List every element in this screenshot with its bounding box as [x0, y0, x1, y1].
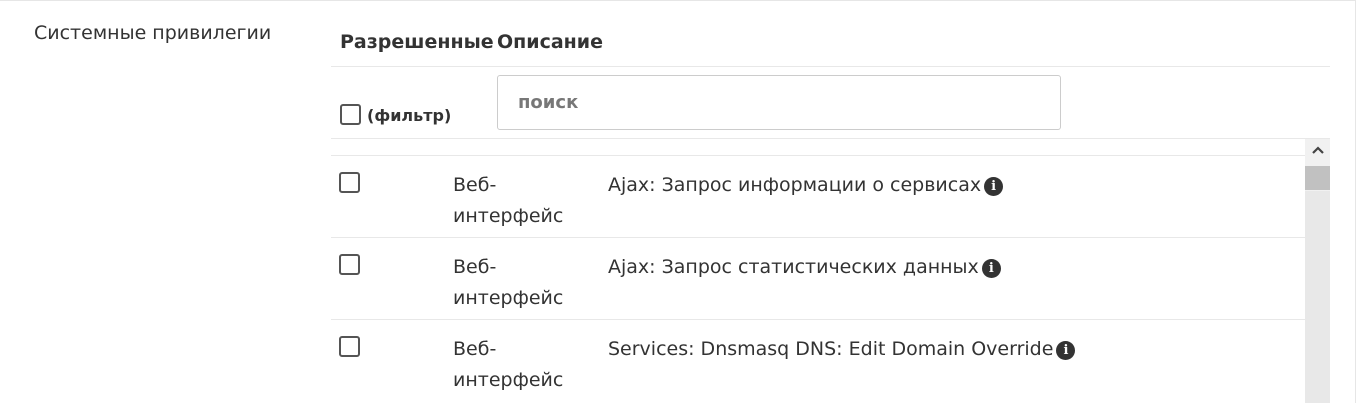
scroll-up-button[interactable] — [1305, 139, 1330, 164]
row-description: Ajax: Запрос информации о сервисах i — [608, 170, 1004, 201]
row-description: Ajax: Запрос статистических данных i — [608, 252, 1001, 283]
list-scrollbar[interactable] — [1305, 139, 1330, 403]
info-circle-icon[interactable]: i — [984, 177, 1004, 196]
table-row: Веб-интерфейс Services: Dnsmasq DNS: Edi… — [331, 319, 1305, 401]
row-checkbox[interactable] — [339, 254, 360, 275]
row-description-text: Services: Dnsmasq DNS: Edit Domain Overr… — [608, 338, 1054, 360]
info-circle-icon[interactable]: i — [1056, 341, 1076, 360]
table-row: Веб-интерфейс Ajax: Запрос информации о … — [331, 155, 1305, 237]
filter-divider — [331, 138, 1330, 139]
row-type: Веб-интерфейс — [453, 174, 564, 227]
table-row: Веб-интерфейс Ajax: Запрос статистически… — [331, 237, 1305, 319]
row-description-text: Ajax: Запрос информации о сервисах — [608, 174, 982, 196]
row-description-text: Ajax: Запрос статистических данных — [608, 256, 979, 278]
filter-checkbox[interactable] — [340, 104, 361, 125]
row-checkbox[interactable] — [339, 172, 360, 193]
row-type: Веб-интерфейс — [453, 256, 564, 309]
column-header-description: Описание — [497, 31, 604, 53]
chevron-up-icon — [1311, 146, 1324, 154]
header-divider — [331, 66, 1330, 67]
row-checkbox[interactable] — [339, 336, 360, 357]
column-header-allowed: Разрешенные — [340, 31, 494, 53]
scroll-track[interactable] — [1305, 191, 1330, 403]
section-label: Системные привилегии — [34, 22, 272, 44]
info-circle-icon[interactable]: i — [981, 259, 1001, 278]
scroll-thumb[interactable] — [1305, 166, 1330, 190]
row-description: Services: Dnsmasq DNS: Edit Domain Overr… — [608, 334, 1076, 365]
filter-label: (фильтр) — [367, 106, 452, 125]
search-input[interactable] — [497, 75, 1061, 130]
privileges-list: Веб-интерфейс Ajax: Запрос информации о … — [331, 155, 1305, 403]
row-type: Веб-интерфейс — [453, 338, 564, 391]
